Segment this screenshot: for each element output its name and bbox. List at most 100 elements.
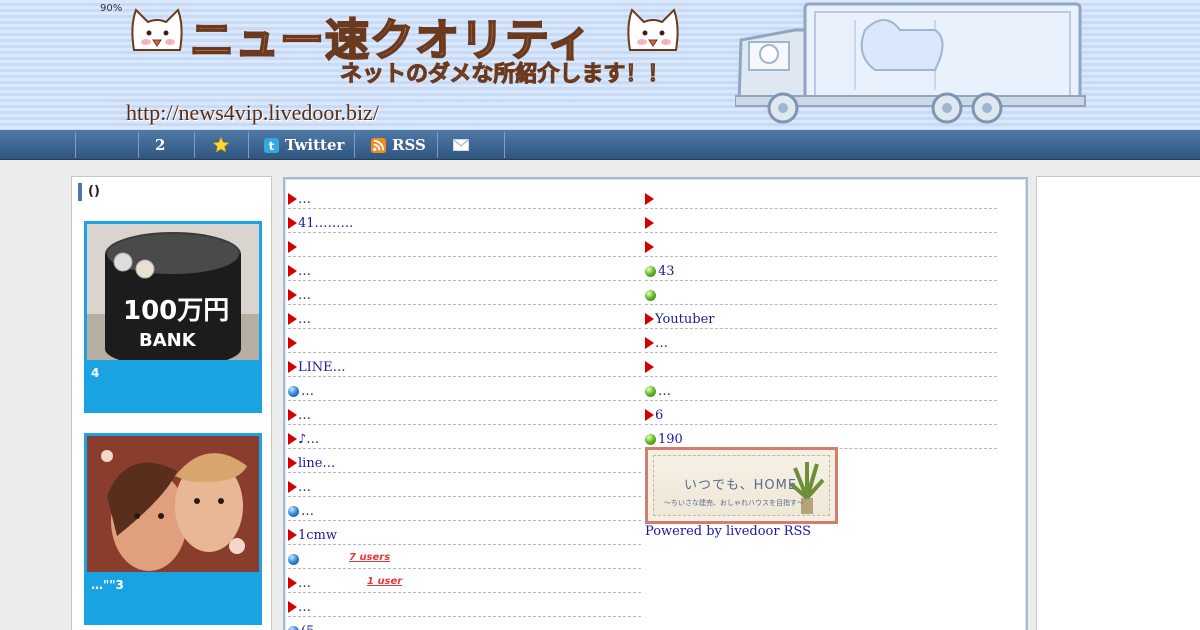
featured-card[interactable]: 100万円 BANK 4 — [84, 221, 262, 413]
article-link-row[interactable]: 43 — [645, 257, 997, 281]
left-sidebar: () 100万円 BANK 4 …""3 — [71, 176, 272, 630]
article-link-row[interactable]: line… — [288, 449, 641, 473]
article-link-row[interactable] — [288, 233, 641, 257]
article-link-row[interactable]: … — [288, 497, 641, 521]
article-link-row[interactable] — [645, 353, 997, 377]
nav-separator — [354, 132, 355, 158]
svg-text:BANK: BANK — [139, 330, 197, 351]
site-header: 90% ニュー速クオリティ ネットのダメな所紹介します！！ http://new… — [0, 0, 1200, 130]
article-link-row[interactable]: 6 — [645, 401, 997, 425]
blue-ball-bullet-icon — [288, 506, 299, 517]
article-link-row[interactable]: … — [288, 401, 641, 425]
article-link-row[interactable]: 7 users — [288, 545, 641, 569]
article-link-row[interactable] — [288, 329, 641, 353]
main-antenna-list: … 41……… … … … LINE… … … ♪… line… … … 1cmw 7 users … 1 … — [283, 177, 1028, 630]
article-link-row[interactable]: … — [288, 473, 641, 497]
nav-item-mail[interactable] — [453, 130, 475, 160]
truck-illustration — [735, 2, 1086, 124]
article-link-row[interactable]: … — [288, 281, 641, 305]
article-link-row[interactable]: 41……… — [288, 209, 641, 233]
sidebar-title: () — [78, 183, 100, 201]
article-link-row[interactable]: … 1 user — [288, 569, 641, 593]
nav-separator — [504, 132, 505, 158]
article-link-row[interactable]: LINE… — [288, 353, 641, 377]
article-link-row[interactable]: … — [288, 377, 641, 401]
article-link-row[interactable]: Youtuber — [645, 305, 997, 329]
article-link-row[interactable]: … — [288, 257, 641, 281]
red-triangle-bullet-icon — [645, 313, 654, 325]
article-link-row[interactable] — [645, 233, 997, 257]
article-title: … — [298, 312, 311, 327]
site-url[interactable]: http://news4vip.livedoor.biz/ — [126, 100, 379, 126]
cat-mascot-right-icon — [627, 8, 679, 51]
article-link-row[interactable]: … — [288, 185, 641, 209]
banner-subtitle: ～ちいさな建売、おしゃれハウスを目指す～ — [664, 499, 804, 507]
article-title: … — [298, 408, 311, 423]
red-triangle-bullet-icon — [288, 265, 297, 277]
green-ball-bullet-icon — [645, 386, 656, 397]
article-link-row[interactable]: … — [288, 305, 641, 329]
nav-separator — [248, 132, 249, 158]
article-title: LINE… — [298, 360, 346, 375]
red-triangle-bullet-icon — [288, 529, 297, 541]
banner-frame: いつでも、HOME ～ちいさな建売、おしゃれハウスを目指す～ — [653, 455, 830, 516]
svg-text:t: t — [269, 140, 275, 153]
red-triangle-bullet-icon — [288, 601, 297, 613]
article-title: (5 — [301, 624, 314, 630]
red-triangle-bullet-icon — [288, 313, 297, 325]
red-triangle-bullet-icon — [645, 337, 654, 349]
hatena-users-count[interactable]: 7 users — [349, 552, 390, 563]
red-triangle-bullet-icon — [645, 217, 654, 229]
article-link-row[interactable] — [645, 209, 997, 233]
powered-by-link[interactable]: Powered by livedoor RSS — [645, 524, 811, 539]
article-title: … — [655, 336, 668, 351]
rss-icon — [371, 137, 386, 153]
nav-label: RSS — [392, 136, 426, 154]
article-link-row[interactable]: … — [288, 593, 641, 617]
article-link-row[interactable]: 190 — [645, 425, 997, 449]
red-triangle-bullet-icon — [288, 241, 297, 253]
article-title: … — [301, 384, 314, 399]
cat-mascot-left-icon — [131, 8, 183, 51]
hatena-users-count[interactable]: 1 user — [367, 576, 402, 587]
ad-banner-home[interactable]: いつでも、HOME ～ちいさな建売、おしゃれハウスを目指す～ — [645, 447, 838, 524]
article-link-row[interactable]: … — [645, 377, 997, 401]
article-title: ♪… — [298, 432, 320, 447]
article-title: … — [298, 288, 311, 303]
nav-label: 2 — [155, 136, 166, 154]
blue-ball-bullet-icon — [288, 386, 299, 397]
nav-item-2ch[interactable]: 2 — [155, 130, 165, 160]
article-link-row[interactable]: … — [645, 329, 997, 353]
nav-item-favorite[interactable] — [212, 130, 236, 160]
red-triangle-bullet-icon — [288, 409, 297, 421]
article-title: line… — [298, 456, 336, 471]
article-link-row[interactable] — [645, 281, 997, 305]
card-caption: 4 — [87, 360, 259, 410]
article-title: … — [298, 600, 311, 615]
article-title: 190 — [658, 432, 683, 447]
red-triangle-bullet-icon — [288, 433, 297, 445]
nav-label: Twitter — [285, 136, 345, 154]
green-ball-bullet-icon — [645, 266, 656, 277]
card-image-coin-bank: 100万円 BANK — [87, 224, 259, 364]
nav-item-twitter[interactable]: t Twitter — [264, 130, 344, 160]
nav-item-home[interactable] — [80, 130, 138, 160]
svg-text:100万円: 100万円 — [123, 296, 229, 326]
nav-separator — [75, 132, 76, 158]
nav-separator — [437, 132, 438, 158]
article-link-row[interactable]: 1cmw — [288, 521, 641, 545]
nav-item-rss[interactable]: RSS — [371, 130, 426, 160]
article-link-row[interactable] — [645, 185, 997, 209]
red-triangle-bullet-icon — [645, 409, 654, 421]
red-triangle-bullet-icon — [288, 577, 297, 589]
article-link-row[interactable]: (5 — [288, 617, 641, 630]
featured-card[interactable]: …""3 — [84, 433, 262, 625]
nav-separator — [138, 132, 139, 158]
article-title: 41……… — [298, 216, 354, 231]
red-triangle-bullet-icon — [288, 337, 297, 349]
article-link-row[interactable]: ♪… — [288, 425, 641, 449]
article-title: … — [298, 264, 311, 279]
top-nav-bar: 2 t Twitter RSS — [0, 130, 1200, 160]
blue-ball-bullet-icon — [288, 554, 299, 565]
nav-separator — [194, 132, 195, 158]
